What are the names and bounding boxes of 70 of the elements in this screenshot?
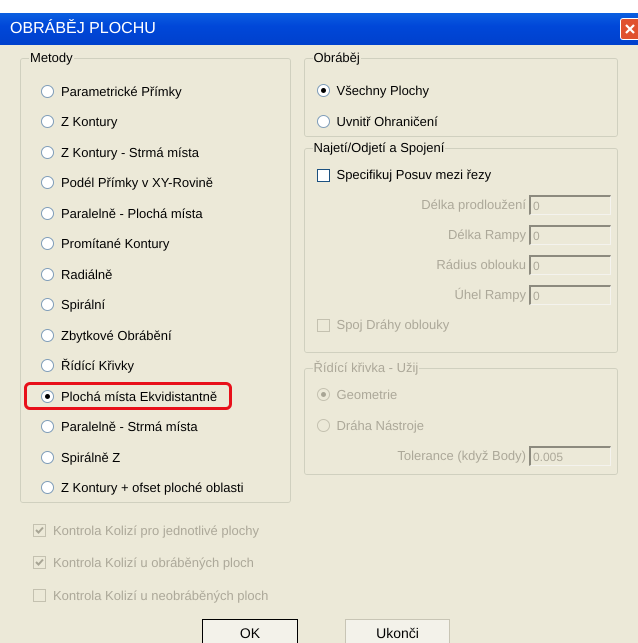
option-label: Uvnitř Ohraničení	[336, 112, 438, 131]
radio-option[interactable]: Spirálně Z	[38, 443, 128, 472]
option-label: Paralelně - Strmá místa	[61, 418, 198, 436]
radio-button[interactable]	[316, 115, 330, 128]
radio-option[interactable]: Z Kontury - Strmá místa	[38, 138, 206, 166]
field-label: Délka prodloužení	[421, 196, 526, 214]
option-label: Spirální	[61, 296, 106, 314]
checkbox-label: Kontrola Kolizí pro jednotlivé plochy	[53, 522, 259, 540]
radio-button[interactable]	[41, 359, 54, 372]
option-label: Z Kontury + ofset ploché oblasti	[61, 479, 244, 497]
radio-button[interactable]	[41, 237, 54, 250]
option-label: Podél Přímky v XY-Rovině	[61, 174, 213, 192]
radio-button[interactable]	[41, 146, 54, 159]
window-title: OBRÁBĚJ PLOCHU	[10, 18, 156, 39]
option-label: Z Kontury	[61, 113, 118, 131]
radio-option[interactable]: Z Kontury	[38, 108, 124, 136]
dialog-button[interactable]: Ukonči	[345, 618, 450, 643]
radio-button[interactable]	[41, 420, 54, 434]
radio-option[interactable]: Zbytkové Obrábění	[38, 321, 179, 350]
radio-option[interactable]: Radiálně	[38, 260, 120, 288]
checkbox-label: Kontrola Kolizí u neobráběných ploch	[53, 586, 268, 605]
radio-button[interactable]	[41, 390, 54, 403]
radio-button[interactable]	[41, 298, 54, 312]
radio-button[interactable]	[41, 328, 54, 342]
option-label: Z Kontury - Strmá místa	[61, 144, 199, 162]
check-icon	[35, 526, 44, 535]
radio-button[interactable]	[316, 84, 330, 97]
option-label: Promítané Kontury	[61, 235, 170, 253]
option-label: Řídící Křivky	[61, 357, 134, 375]
field-label: Délka Rampy	[448, 226, 526, 244]
radio-button[interactable]	[41, 481, 54, 494]
field-label: Rádius oblouku	[436, 256, 526, 274]
close-icon	[624, 24, 634, 34]
checkbox[interactable]	[316, 168, 330, 182]
option-label: Všechny Plochy	[336, 82, 430, 100]
radio-option[interactable]: Promítané Kontury	[38, 230, 176, 258]
radio-button[interactable]	[41, 268, 54, 281]
radio-option[interactable]: Paralelně - Strmá místa	[38, 412, 205, 441]
dialog-button[interactable]: OK	[202, 618, 298, 643]
checkbox-label: Specifikuj Posuv mezi řezy	[336, 166, 492, 184]
radio-option[interactable]: Paralelně - Plochá místa	[38, 199, 210, 228]
option-label: Paralelně - Plochá místa	[61, 204, 203, 222]
radio-option[interactable]: Podél Přímky v XY-Rovině	[38, 168, 220, 197]
group-label: Najetí/Odjetí a Spojení	[312, 140, 446, 156]
option-label: Geometrie	[336, 386, 398, 404]
check-icon	[35, 558, 44, 568]
radio-option[interactable]: Řídící Křivky	[38, 352, 141, 380]
highlighted-option[interactable]: Plochá místa Ekvidistantně	[24, 382, 232, 410]
field-label: Tolerance (když Body)	[397, 447, 526, 466]
radio-button[interactable]	[41, 450, 54, 464]
checkbox-label: Kontrola Kolizí u obráběných ploch	[53, 554, 254, 572]
group-label: Řídící křivka - Užij	[312, 360, 420, 376]
radio-option[interactable]: Spirální	[38, 290, 112, 319]
field-label: Úhel Rampy	[454, 286, 526, 304]
close-button[interactable]	[620, 18, 638, 40]
option-label: Plochá místa Ekvidistantně	[61, 388, 218, 406]
checkbox-label: Spoj Dráhy oblouky	[336, 316, 450, 334]
radio-option[interactable]: Z Kontury + ofset ploché oblasti	[38, 474, 250, 502]
radio-button[interactable]	[41, 115, 54, 128]
radio-button[interactable]	[41, 176, 54, 190]
radio-option[interactable]: Parametrické Přímky	[38, 77, 189, 106]
group-label: Obráběj	[312, 50, 361, 66]
radio-button[interactable]	[41, 206, 54, 220]
option-label: Radiálně	[61, 266, 112, 284]
option-label: Parametrické Přímky	[61, 82, 182, 101]
option-label: Zbytkové Obrábění	[61, 326, 172, 345]
option-label: Dráha Nástroje	[336, 416, 424, 435]
option-label: Spirálně Z	[61, 448, 120, 467]
group-label: Metody	[29, 50, 74, 66]
radio-button[interactable]	[41, 84, 54, 98]
